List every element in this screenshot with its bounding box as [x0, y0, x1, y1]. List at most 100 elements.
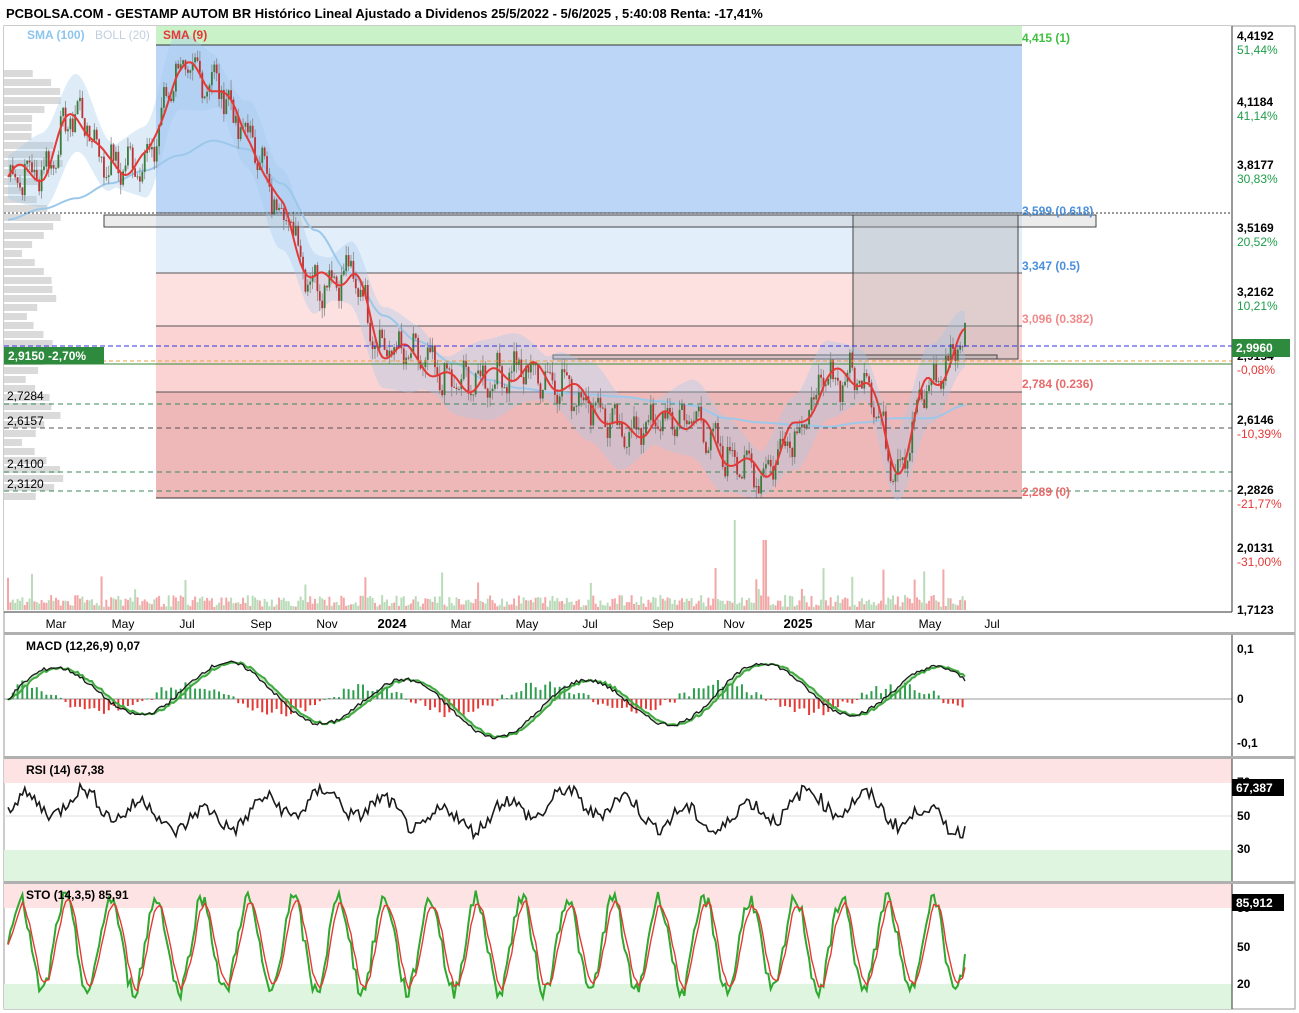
x-axis-label: Jul [984, 617, 999, 631]
volume-bar [409, 603, 412, 610]
candle-body [316, 265, 319, 292]
volume-bar [628, 602, 631, 610]
candle-body [143, 153, 146, 172]
volume-bar [263, 598, 266, 610]
sto-axis-20: 20 [1237, 977, 1251, 991]
candle-body [755, 485, 758, 488]
candle-body [491, 388, 494, 392]
volume-bar [59, 605, 62, 610]
volume-bar [465, 600, 468, 610]
price-axis-pct: -10,39% [1237, 427, 1282, 441]
volume-bar [937, 601, 940, 610]
volume-bar [932, 595, 935, 610]
volume-bar [695, 603, 698, 610]
candle-body [359, 289, 362, 297]
volume-bar [553, 601, 556, 610]
macd-histogram-bar [664, 699, 667, 700]
volume-profile-bar [4, 322, 34, 329]
volume-bar [719, 600, 722, 610]
candle-body [270, 186, 273, 215]
macd-histogram-bar [573, 694, 576, 699]
macd-histogram-bar [309, 699, 312, 706]
volume-bar [908, 598, 911, 610]
candle-body [935, 363, 938, 383]
volume-bar [640, 596, 643, 610]
chart-title: PCBOLSA.COM - GESTAMP AUTOM BR Histórico… [6, 6, 763, 21]
macd-histogram-bar [942, 699, 945, 704]
candle-body [539, 383, 542, 399]
volume-bar [126, 599, 129, 610]
volume-bar [278, 597, 281, 610]
candle-body [79, 97, 81, 102]
volume-bar [436, 602, 439, 610]
volume-bar [714, 568, 717, 610]
volume-profile-bar [4, 70, 33, 77]
volume-bar [505, 601, 508, 610]
candle-body [611, 408, 614, 423]
volume-bar [54, 597, 57, 610]
volume-bar [222, 605, 225, 610]
macd-histogram-bar [736, 686, 739, 699]
candle-body [688, 421, 691, 425]
volume-bar [772, 604, 775, 610]
volume-profile-bar [4, 439, 23, 446]
volume-profile-bar [4, 295, 57, 302]
candle-body [225, 99, 228, 115]
volume-bar [76, 595, 79, 610]
volume-bar [913, 579, 916, 610]
macd-histogram-bar [40, 691, 43, 699]
macd-histogram-bar [606, 699, 609, 706]
volume-bar [517, 595, 520, 610]
macd-histogram-bar [266, 699, 269, 715]
candle-body [170, 98, 172, 102]
candle-body [537, 364, 539, 384]
candle-body [882, 411, 885, 416]
macd-histogram-bar [333, 697, 336, 699]
volume-bar [724, 604, 727, 610]
sto-oversold-zone [4, 984, 1232, 1009]
volume-bar [38, 603, 41, 610]
volume-bar [270, 599, 273, 610]
candle-body [402, 348, 405, 364]
macd-histogram-bar [491, 699, 494, 707]
candle-body [829, 359, 832, 379]
x-axis-label: May [112, 617, 135, 631]
volume-bar [930, 595, 933, 610]
candle-body [323, 285, 326, 309]
volume-bar [810, 595, 813, 610]
macd-histogram-bar [237, 699, 240, 704]
candle-body [441, 390, 444, 396]
volume-bar [206, 597, 209, 610]
macd-histogram-bar [668, 699, 671, 703]
candle-body [558, 396, 561, 405]
volume-bar [762, 540, 765, 610]
volume-bar [700, 595, 703, 610]
candle-body [709, 431, 712, 451]
x-axis-label: Jul [582, 617, 597, 631]
candle-body [462, 360, 465, 380]
volume-bar [829, 597, 832, 610]
volume-bar [736, 604, 739, 610]
macd-histogram-bar [592, 699, 595, 703]
volume-bar [680, 598, 683, 610]
volume-bar [848, 606, 851, 610]
volume-bar [738, 602, 741, 610]
candle-body [652, 404, 655, 423]
macd-histogram-bar [486, 699, 489, 706]
price-panel: 4,415 (1) 3,599 (0.618) 3,347 (0.5) 3,09… [4, 26, 1232, 612]
rsi-axis-30: 30 [1237, 842, 1251, 856]
candle-body [812, 397, 815, 400]
volume-bar [858, 601, 861, 610]
candle-body [263, 147, 266, 157]
volume-bar [69, 605, 72, 610]
candle-body [129, 146, 132, 148]
sto-label: STO (14,3,5) 85,91 [26, 888, 129, 902]
macd-histogram-bar [520, 691, 523, 699]
macd-histogram-bar [856, 699, 859, 700]
volume-bar [510, 604, 513, 610]
legend-boll: BOLL (20) [95, 28, 150, 42]
volume-bar [606, 602, 609, 610]
volume-bar [786, 606, 789, 610]
candle-body [748, 450, 751, 454]
macd-histogram-bar [198, 688, 201, 699]
